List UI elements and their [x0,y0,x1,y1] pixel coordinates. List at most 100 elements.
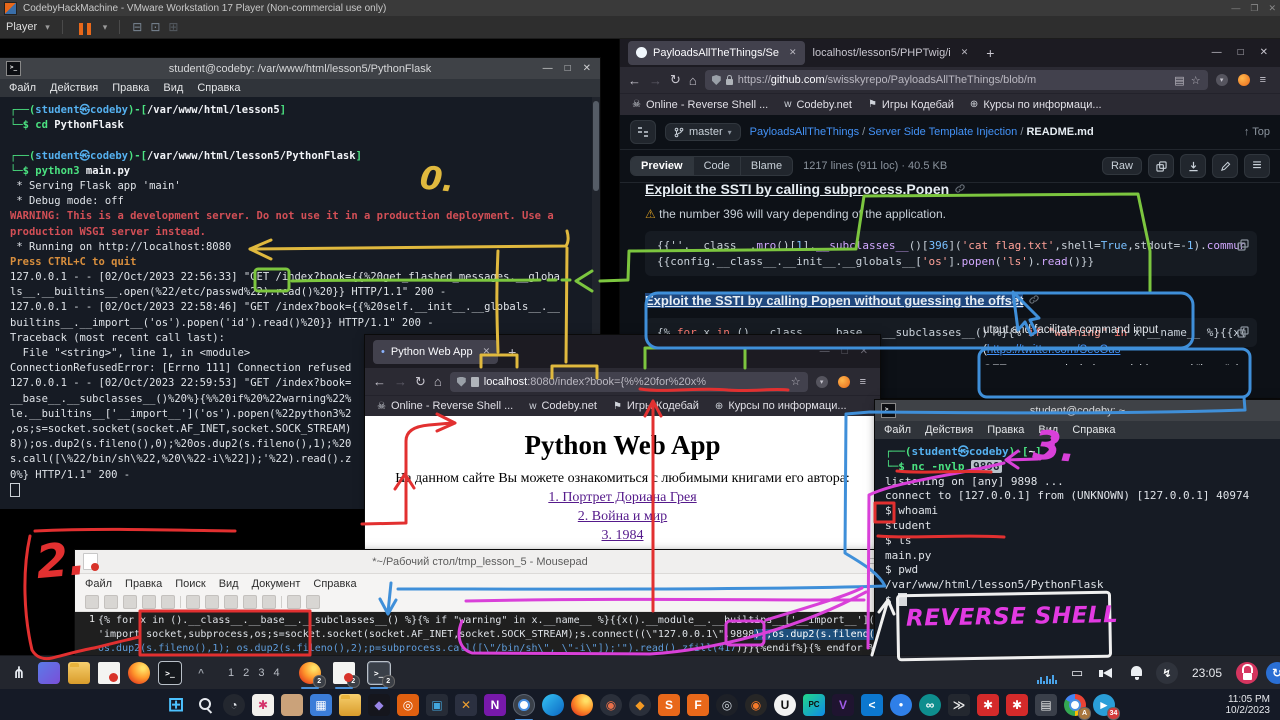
bookmark-star-icon[interactable]: ☆ [791,375,801,388]
red-tool-icon-2[interactable]: ✱ [1006,694,1028,716]
onenote-icon[interactable]: N [484,694,506,716]
window-control-icon[interactable]: — [543,63,553,74]
save-as-icon[interactable] [142,595,156,609]
suspend-caret-icon[interactable]: ▾ [103,22,108,33]
reader-mode-icon[interactable]: ▤ [1174,74,1184,87]
book-link[interactable]: 1. Портрет Дориана Грея [365,490,880,506]
terminal-nc-titlebar[interactable]: student@codeby: ~ [875,400,1280,421]
notification-bell-icon[interactable] [1126,662,1148,684]
bookmark-item[interactable]: wCodeby.net [784,99,852,111]
edit-pencil-icon[interactable] [1212,154,1238,178]
task-mousepad[interactable]: 2 [333,662,355,684]
orange-suite-icon[interactable]: ◎ [397,694,419,716]
suspend-vm-button[interactable] [75,18,95,36]
file-manager-icon[interactable] [68,662,90,684]
cut-icon[interactable] [224,595,238,609]
webapp-urlbar[interactable]: localhost:8080/index?book={%%20for%20x% … [450,372,808,392]
app-menu-icon[interactable]: ≡ [860,376,866,388]
close-file-icon[interactable] [161,595,175,609]
obsidian-icon[interactable]: ◆ [368,694,390,716]
window-control-icon[interactable]: ✕ [1268,3,1276,14]
menu-item[interactable]: Действия [50,82,98,94]
twitter-link[interactable]: https://twitter.com/SecGus [987,344,1121,356]
shotcut-icon[interactable]: S [658,694,680,716]
view-tabs[interactable]: PreviewCodeBlame [630,156,793,176]
window-control-icon[interactable]: — [820,346,830,357]
undo-icon[interactable] [186,595,200,609]
software-update-icon[interactable]: ↻ [1266,662,1280,684]
copy-file-icon[interactable] [1148,154,1174,178]
terminal-window-netcat[interactable]: student@codeby: ~ ФайлДействияПравкаВидС… [875,400,1280,660]
network-graph-icon[interactable] [1036,662,1058,684]
replace-icon[interactable] [306,595,320,609]
pycharm-icon[interactable]: PC [803,694,825,716]
home-icon[interactable]: ⌂ [434,374,442,389]
wings-app-icon[interactable]: ≫ [948,694,970,716]
paste-icon[interactable] [262,595,276,609]
terminal-launcher-icon[interactable]: >_ [158,661,182,685]
kali-menu-icon[interactable]: ⋔ [8,662,30,684]
screen-lock-icon[interactable] [1236,662,1258,684]
file-tree-icon[interactable] [630,120,656,144]
menu-item[interactable]: Справка [1072,424,1115,436]
telegram-icon[interactable]: ►34 [1093,694,1115,716]
window-control-icon[interactable]: ✕ [583,63,591,74]
tab-close-icon[interactable]: ✕ [483,346,491,357]
window-control-icon[interactable]: □ [565,63,571,74]
menu-item[interactable]: Документ [252,578,301,590]
view-tab-blame[interactable]: Blame [741,157,792,175]
windows-start-button[interactable]: ⊞ [165,694,187,716]
window-control-icon[interactable]: ✕ [1260,47,1268,58]
menu-item[interactable]: Правка [112,82,149,94]
films-icon[interactable]: ▤ [1035,694,1057,716]
heading-popen-offset[interactable]: Exploit the SSTI by calling Popen withou… [645,293,1023,308]
tab-payloadsallthethings[interactable]: PayloadsAllTheThings/Se ✕ [628,41,805,65]
menu-item[interactable]: Вид [1038,424,1058,436]
menu-item[interactable]: Вид [163,82,183,94]
vscode-icon[interactable]: < [861,694,883,716]
shield-icon[interactable] [457,377,466,387]
menu-item[interactable]: Справка [313,578,356,590]
mousepad-window[interactable]: *~/Рабочий стол/tmp_lesson_5 - Mousepad … [75,550,885,655]
window-control-icon[interactable]: □ [842,346,848,357]
raw-button[interactable]: Raw [1102,157,1142,175]
mousepad-launcher-icon[interactable] [98,662,120,684]
task-terminal[interactable]: >_2 [367,661,391,685]
pin-app-icon[interactable]: ● [890,694,912,716]
assistant-app-icon[interactable] [281,694,303,716]
camtasia-icon[interactable]: ∞ [919,694,941,716]
window-control-icon[interactable]: — [1231,3,1240,14]
player-menu[interactable]: Player [6,21,37,33]
fullscreen-icon[interactable]: ⊡ [150,20,160,34]
copy-icon[interactable] [243,595,257,609]
copy-code-icon[interactable] [1237,238,1249,256]
menu-item[interactable]: Файл [884,424,911,436]
terminal-flask-titlebar[interactable]: student@codeby: /var/www/html/lesson5/Py… [0,58,600,79]
chrome-icon[interactable] [513,694,535,716]
bookmark-item[interactable]: ☠Online - Reverse Shell ... [632,99,768,111]
display-icon[interactable]: ▭ [1066,662,1088,684]
visualstudio-icon[interactable]: V [832,694,854,716]
redo-icon[interactable] [205,595,219,609]
virtualbox-icon[interactable]: ▣ [426,694,448,716]
code-block-popen[interactable]: {{''.__class__.mro()[1].__subclasses__()… [645,231,1257,276]
find-icon[interactable] [287,595,301,609]
new-tab-button[interactable]: + [986,45,994,61]
outline-icon[interactable]: ≡ [1244,154,1270,178]
blender-icon[interactable]: ◉ [745,694,767,716]
download-icon[interactable] [1180,154,1206,178]
save-file-icon[interactable] [123,595,137,609]
extension-icon[interactable] [1238,74,1250,86]
github-tabstrip[interactable]: PayloadsAllTheThings/Se ✕ localhost/less… [620,38,1280,67]
forward-icon[interactable]: → [649,73,662,88]
extension-icon[interactable] [838,376,850,388]
back-to-top-button[interactable]: ↑ Top [1244,126,1270,138]
design-app-icon[interactable]: ✱ [252,694,274,716]
fl-app-icon[interactable]: F [687,694,709,716]
menu-item[interactable]: Поиск [175,578,205,590]
workspace-switcher[interactable]: 1 2 3 4 [228,667,283,679]
menu-item[interactable]: Правка [125,578,162,590]
book-link[interactable]: 3. 1984 [365,528,880,544]
window-control-icon[interactable]: — [1212,47,1222,58]
chrome-profile-icon[interactable]: A [1064,694,1086,716]
